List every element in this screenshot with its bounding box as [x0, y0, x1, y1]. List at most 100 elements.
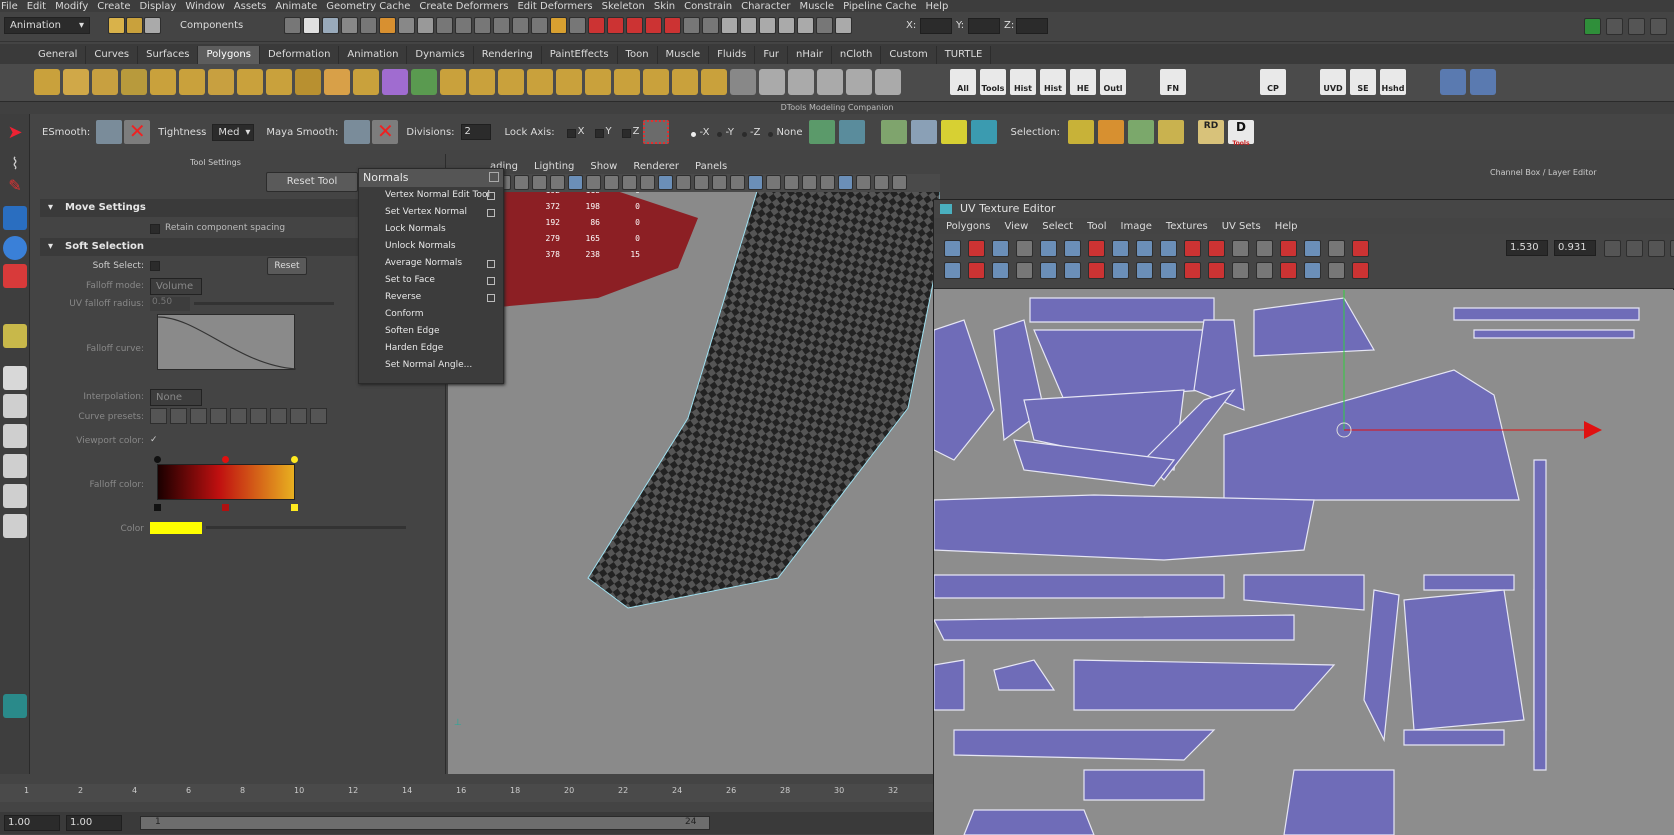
dtools-component-icon[interactable]: [880, 120, 907, 144]
uv-tool-icon[interactable]: [1304, 240, 1321, 257]
shelf-tool-icon[interactable]: [353, 69, 379, 95]
lock-axis-checkbox[interactable]: [566, 129, 576, 138]
viewport-menu[interactable]: Show: [590, 161, 617, 172]
uv-view-icon[interactable]: [1670, 240, 1674, 257]
status-tool-icon[interactable]: [474, 17, 491, 34]
shelf-labeled-button[interactable]: HE: [1070, 69, 1096, 95]
shelf-tool-icon[interactable]: [295, 69, 321, 95]
curve-preset-button[interactable]: [150, 408, 167, 424]
status-tool-icon[interactable]: [512, 17, 529, 34]
shelf-tool-icon[interactable]: [121, 69, 147, 95]
shelf-tab[interactable]: PaintEffects: [542, 46, 618, 64]
ramp-stop-black[interactable]: [154, 504, 161, 511]
normals-menu-item[interactable]: Reverse: [359, 289, 503, 306]
curve-preset-button[interactable]: [170, 408, 187, 424]
dtools-sphere-icon[interactable]: [910, 120, 937, 144]
shelf-labeled-button[interactable]: UVD: [1320, 69, 1346, 95]
status-tool-icon[interactable]: [778, 17, 795, 34]
uv-tool-icon[interactable]: [1184, 262, 1201, 279]
uv-tool-icon[interactable]: [992, 262, 1009, 279]
lock-axis-grid-icon[interactable]: [643, 120, 670, 144]
normals-menu-item[interactable]: Average Normals: [359, 255, 503, 272]
uv-editor-menu[interactable]: Tool: [1087, 221, 1106, 232]
uv-tool-icon[interactable]: [944, 240, 961, 257]
range-slider[interactable]: 1 24: [140, 816, 710, 830]
lasso-tool-icon[interactable]: ⌇: [3, 154, 27, 178]
status-tool-icon[interactable]: [683, 17, 700, 34]
option-box-icon[interactable]: [487, 277, 495, 285]
new-scene-icon[interactable]: [108, 17, 125, 34]
viewport-tool-icon[interactable]: [550, 175, 565, 190]
uv-tool-icon[interactable]: [1208, 262, 1225, 279]
uv-tool-icon[interactable]: [1040, 262, 1057, 279]
divisions-field[interactable]: 2: [460, 124, 491, 140]
viewport-tool-icon[interactable]: [856, 175, 871, 190]
uv-tool-icon[interactable]: [1280, 262, 1297, 279]
shelf-tab[interactable]: Custom: [881, 46, 937, 64]
rotate-tool-icon[interactable]: [3, 236, 27, 260]
status-tool-icon[interactable]: [607, 17, 624, 34]
viewport-tool-icon[interactable]: [802, 175, 817, 190]
shelf-tool-icon[interactable]: [672, 69, 698, 95]
retain-spacing-checkbox[interactable]: [150, 224, 160, 234]
status-tool-icon[interactable]: [569, 17, 586, 34]
reset-tool-button[interactable]: Reset Tool: [266, 172, 358, 192]
menu-3[interactable]: Create: [97, 1, 138, 12]
uv-tool-icon[interactable]: [1232, 262, 1249, 279]
neg-axis-radio[interactable]: [768, 131, 774, 137]
normals-menu-item[interactable]: Conform: [359, 306, 503, 323]
layer-editor-toggle-icon[interactable]: [1650, 18, 1667, 35]
menu-17[interactable]: Help: [926, 1, 957, 12]
attribute-editor-toggle-icon[interactable]: [1606, 18, 1623, 35]
uv-tool-icon[interactable]: [1352, 240, 1369, 257]
last-tool-icon[interactable]: [3, 324, 27, 348]
uv-tool-icon[interactable]: [1016, 262, 1033, 279]
neg-axis-radio[interactable]: [741, 131, 747, 137]
shelf-tool-icon[interactable]: [585, 69, 611, 95]
move-tool-icon[interactable]: [3, 206, 27, 230]
uv-tool-icon[interactable]: [1112, 262, 1129, 279]
uv-view-icon[interactable]: [1626, 240, 1643, 257]
status-tool-icon[interactable]: [835, 17, 852, 34]
uv-tool-icon[interactable]: [1352, 262, 1369, 279]
uv-tool-icon[interactable]: [1328, 240, 1345, 257]
curve-preset-button[interactable]: [250, 408, 267, 424]
shelf-tool-icon[interactable]: [92, 69, 118, 95]
layout-four-icon[interactable]: [3, 394, 27, 418]
normals-menu-item[interactable]: Set Vertex Normal: [359, 204, 503, 221]
viewport-menu[interactable]: Renderer: [633, 161, 679, 172]
falloff-curve-graph[interactable]: [157, 314, 297, 370]
shelf-labeled-button[interactable]: Tools: [980, 69, 1006, 95]
menu-14[interactable]: Character: [741, 1, 798, 12]
normals-menu-item[interactable]: Lock Normals: [359, 221, 503, 238]
status-tool-icon[interactable]: [588, 17, 605, 34]
shelf-tab[interactable]: Fur: [755, 46, 789, 64]
shelf-tab[interactable]: nHair: [788, 46, 832, 64]
shelf-tool-icon[interactable]: [614, 69, 640, 95]
layout-persp-outliner-icon[interactable]: [3, 424, 27, 448]
uv-tool-icon[interactable]: [1328, 262, 1345, 279]
save-scene-icon[interactable]: [144, 17, 161, 34]
option-box-icon[interactable]: [487, 294, 495, 302]
uv-tool-icon[interactable]: [1064, 240, 1081, 257]
shelf-tool-icon[interactable]: [498, 69, 524, 95]
uv-falloff-slider[interactable]: [194, 302, 334, 305]
shelf-labeled-button[interactable]: FN: [1160, 69, 1186, 95]
shelf-tool-icon[interactable]: [324, 69, 350, 95]
viewport-tool-icon[interactable]: [640, 175, 655, 190]
uv-editor-menu[interactable]: UV Sets: [1222, 221, 1261, 232]
shelf-labeled-button[interactable]: Hshd: [1380, 69, 1406, 95]
status-tool-icon[interactable]: [284, 17, 301, 34]
shelf-tool-icon[interactable]: [411, 69, 437, 95]
curve-preset-button[interactable]: [230, 408, 247, 424]
normals-menu-item[interactable]: Harden Edge: [359, 340, 503, 357]
tool-settings-toggle-icon[interactable]: [1628, 18, 1645, 35]
normals-menu-item[interactable]: Set Normal Angle...: [359, 357, 503, 374]
shelf-labeled-button[interactable]: Outl: [1100, 69, 1126, 95]
viewport-tool-icon[interactable]: [532, 175, 547, 190]
viewport-tool-icon[interactable]: [892, 175, 907, 190]
menu-0[interactable]: File: [1, 1, 26, 12]
viewport-tool-icon[interactable]: [838, 175, 853, 190]
shelf-tool-icon[interactable]: [527, 69, 553, 95]
shelf-tool-icon[interactable]: [440, 69, 466, 95]
